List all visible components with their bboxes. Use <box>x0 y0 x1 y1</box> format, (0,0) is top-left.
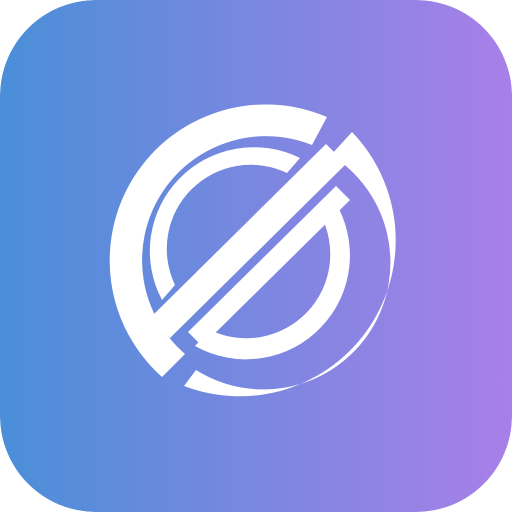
icon-background <box>0 0 512 512</box>
app-logo-icon <box>0 0 512 512</box>
app-icon[interactable] <box>0 0 512 512</box>
